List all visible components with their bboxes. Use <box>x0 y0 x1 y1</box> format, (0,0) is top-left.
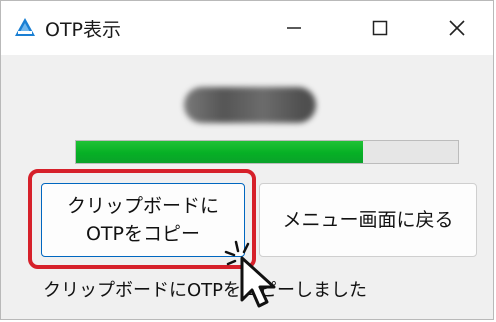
progress-fill <box>76 141 363 163</box>
mouse-cursor-icon <box>224 240 276 308</box>
otp-value-masked <box>184 87 316 123</box>
window-title: OTP表示 <box>45 19 122 41</box>
app-logo-icon <box>15 18 35 36</box>
close-icon <box>449 20 465 36</box>
title-bar[interactable]: OTP表示 <box>1 1 493 55</box>
maximize-button[interactable] <box>337 1 423 55</box>
maximize-icon <box>372 20 388 36</box>
status-message: クリップボードにOTPをコピーしました <box>43 280 368 301</box>
close-button[interactable] <box>419 1 495 55</box>
otp-expiry-progress-bar <box>75 140 459 164</box>
menu-button-label: メニュー画面に戻る <box>282 209 454 231</box>
minimize-button[interactable] <box>251 1 337 55</box>
minimize-icon <box>287 27 301 29</box>
